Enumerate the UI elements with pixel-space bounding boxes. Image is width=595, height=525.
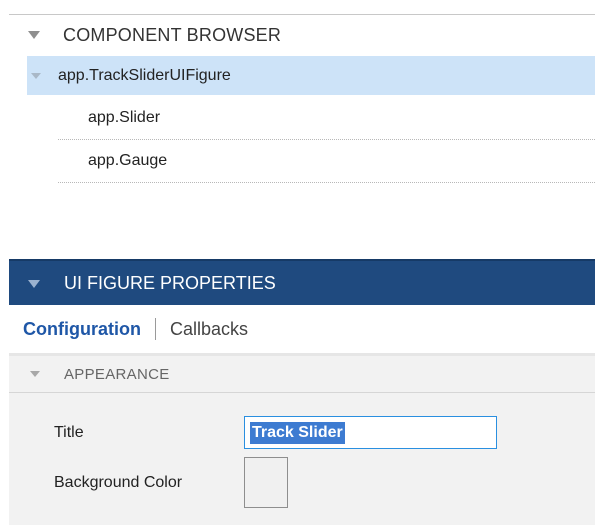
component-browser-header[interactable]: COMPONENT BROWSER <box>9 14 595 55</box>
appearance-title: APPEARANCE <box>64 365 170 383</box>
tree-item-gauge[interactable]: app.Gauge <box>58 140 595 183</box>
tree-item-root[interactable]: app.TrackSliderUIFigure <box>27 56 595 95</box>
tree-item-label: app.TrackSliderUIFigure <box>58 66 231 84</box>
caret-down-icon[interactable] <box>28 31 40 39</box>
appearance-header[interactable]: APPEARANCE <box>9 356 595 393</box>
caret-down-icon[interactable] <box>28 279 40 288</box>
tab-separator <box>154 318 156 340</box>
properties-header[interactable]: UI FIGURE PROPERTIES <box>9 259 595 306</box>
title-input-value[interactable]: Track Slider <box>250 421 345 444</box>
tab-configuration[interactable]: Configuration <box>23 319 141 340</box>
tree-item-slider[interactable]: app.Slider <box>58 97 595 140</box>
properties-title: UI FIGURE PROPERTIES <box>64 273 276 293</box>
title-input[interactable]: Track Slider <box>244 416 497 449</box>
tab-callbacks[interactable]: Callbacks <box>170 319 248 340</box>
appearance-section: APPEARANCE Title Track Slider Background… <box>9 356 595 525</box>
caret-down-icon[interactable] <box>31 72 41 79</box>
background-color-label: Background Color <box>54 474 183 491</box>
component-browser-title: COMPONENT BROWSER <box>63 24 282 45</box>
title-label: Title <box>54 424 84 441</box>
tree-item-label: app.Slider <box>88 109 161 126</box>
tree-item-label: app.Gauge <box>88 152 168 169</box>
caret-down-icon[interactable] <box>30 371 40 377</box>
app-designer-panel: COMPONENT BROWSER app.TrackSliderUIFigur… <box>0 0 595 525</box>
properties-tabs: Configuration Callbacks <box>9 305 595 356</box>
background-color-swatch[interactable] <box>244 457 288 508</box>
